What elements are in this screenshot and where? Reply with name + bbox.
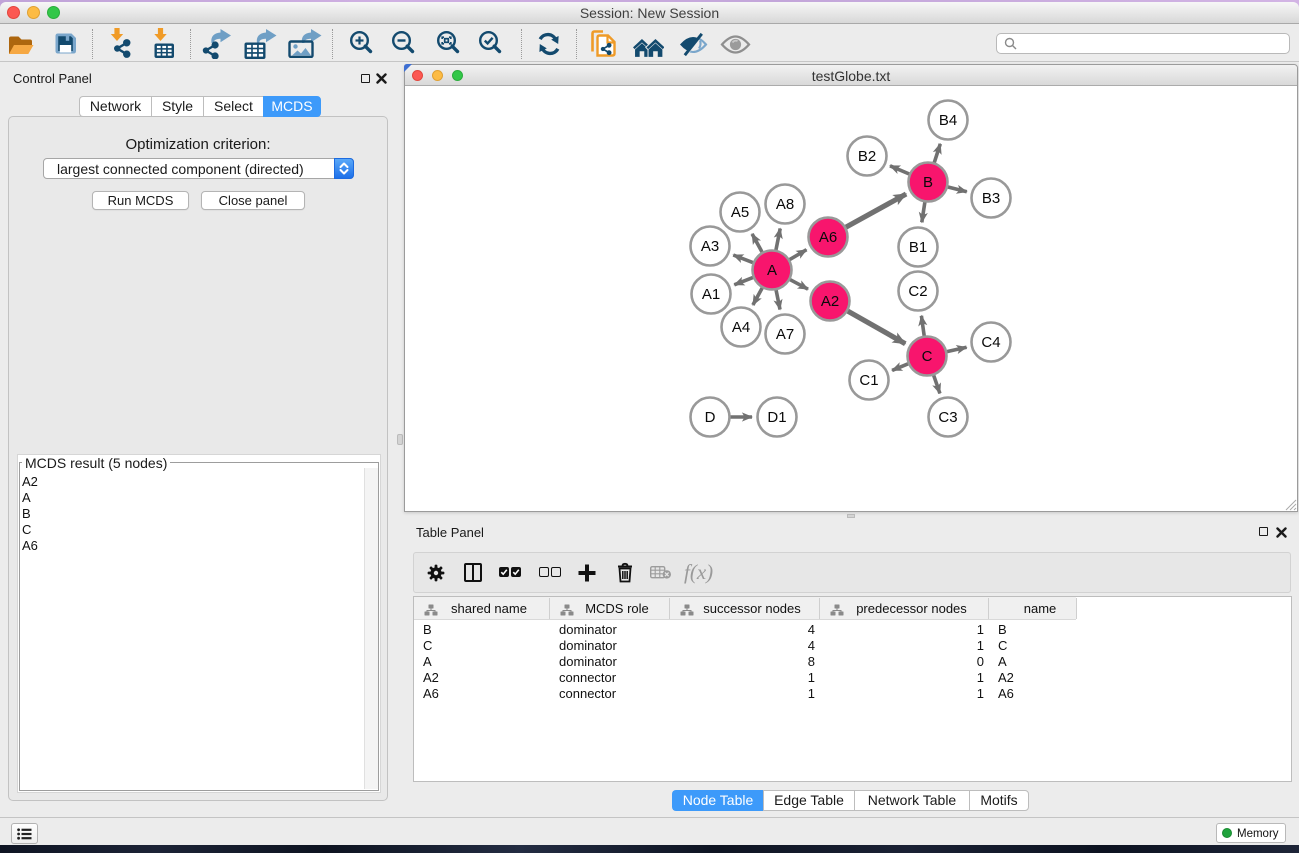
svg-text:A1: A1	[702, 286, 720, 303]
svg-text:A4: A4	[732, 319, 750, 336]
svg-text:C: C	[922, 348, 933, 365]
svg-text:D: D	[705, 409, 716, 426]
svg-text:A3: A3	[701, 238, 719, 255]
svg-text:B4: B4	[939, 112, 957, 129]
svg-text:C4: C4	[981, 334, 1000, 351]
svg-text:C2: C2	[908, 283, 927, 300]
svg-text:D1: D1	[767, 409, 786, 426]
svg-text:A5: A5	[731, 204, 749, 221]
svg-text:C3: C3	[938, 409, 957, 426]
svg-text:C1: C1	[859, 372, 878, 389]
svg-text:A2: A2	[821, 293, 839, 310]
svg-text:A8: A8	[776, 196, 794, 213]
svg-text:B: B	[923, 174, 933, 191]
svg-text:B3: B3	[982, 190, 1000, 207]
svg-text:A7: A7	[776, 326, 794, 343]
svg-text:A: A	[767, 262, 777, 279]
svg-text:B2: B2	[858, 148, 876, 165]
svg-text:B1: B1	[909, 239, 927, 256]
svg-text:A6: A6	[819, 229, 837, 246]
